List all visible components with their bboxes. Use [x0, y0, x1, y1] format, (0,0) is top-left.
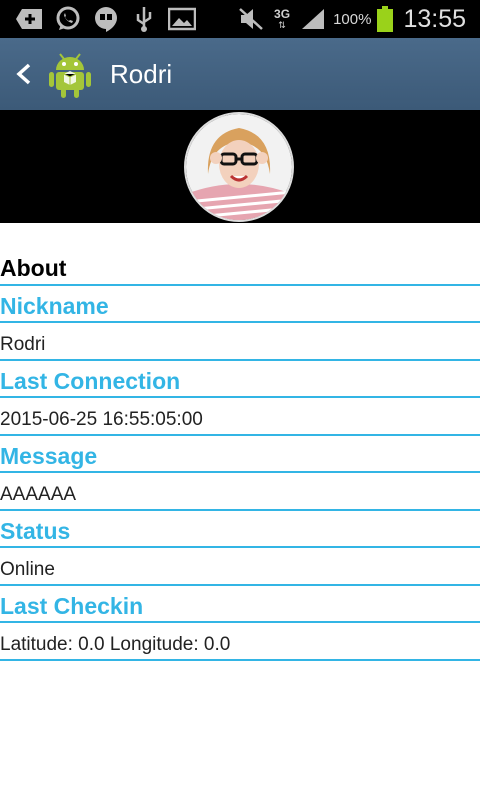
- action-bar: Rodri: [0, 38, 480, 111]
- last-connection-label: Last Connection: [0, 368, 181, 394]
- divider: [0, 396, 480, 398]
- back-icon: [16, 63, 31, 85]
- about-heading: About: [0, 255, 67, 281]
- divider: [0, 621, 480, 623]
- notification-icons: [0, 6, 196, 32]
- message-value: AAAAAA: [0, 484, 77, 505]
- divider: [0, 471, 480, 473]
- divider: [0, 321, 480, 323]
- nickname-label: Nickname: [0, 293, 109, 319]
- last-checkin-value: Latitude: 0.0 Longitude: 0.0: [0, 634, 231, 655]
- last-checkin-label: Last Checkin: [0, 593, 144, 619]
- divider: [0, 509, 480, 511]
- screen-title: Rodri: [110, 58, 173, 89]
- status-bar: 3G ⇅ 100% 13:55: [0, 0, 480, 38]
- network-type: 3G: [274, 6, 291, 21]
- last-connection-value: 2015-06-25 16:55:05:00: [0, 409, 203, 430]
- status-value: Online: [0, 559, 55, 580]
- system-icons: 3G ⇅ 100% 13:55: [237, 5, 480, 34]
- signal-icon: [299, 6, 327, 32]
- divider: [0, 546, 480, 548]
- android-app-icon[interactable]: [46, 48, 94, 100]
- mute-icon: [237, 6, 265, 32]
- divider: [0, 359, 480, 361]
- whatsapp-icon: [54, 6, 82, 32]
- divider: [0, 584, 480, 586]
- profile-header: [0, 110, 480, 223]
- 3g-icon: 3G ⇅: [274, 6, 291, 31]
- avatar[interactable]: [184, 112, 294, 222]
- status-label: Status: [0, 518, 71, 544]
- divider: [0, 284, 480, 286]
- message-label: Message: [0, 443, 98, 469]
- status-clock: 13:55: [403, 4, 466, 33]
- hangouts-icon: [92, 6, 120, 32]
- nickname-value: Rodri: [0, 334, 46, 355]
- usb-icon: [130, 6, 158, 32]
- add-icon: [16, 6, 44, 32]
- battery-percent: 100%: [333, 10, 372, 28]
- back-button[interactable]: [4, 38, 44, 110]
- divider: [0, 434, 480, 436]
- battery-icon: [377, 6, 394, 32]
- image-icon: [168, 6, 196, 32]
- divider: [0, 659, 480, 661]
